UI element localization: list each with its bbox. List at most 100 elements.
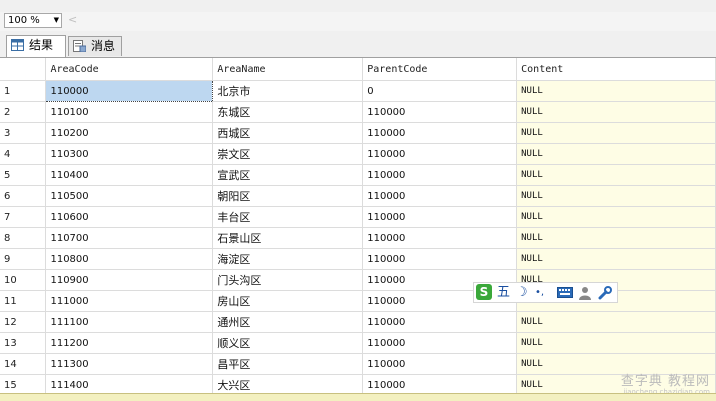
cell-content[interactable]: NULL bbox=[516, 185, 716, 207]
table-row[interactable]: 2 110100 东城区 110000 NULL bbox=[0, 101, 716, 123]
cell-areaname[interactable]: 昌平区 bbox=[212, 353, 364, 375]
table-row[interactable]: 9 110800 海淀区 110000 NULL bbox=[0, 248, 716, 270]
zoom-dropdown[interactable]: 100 % ▼ bbox=[4, 13, 62, 28]
cell-areaname[interactable]: 丰台区 bbox=[212, 206, 364, 228]
cell-areacode[interactable]: 110900 bbox=[45, 269, 214, 291]
cell-parentcode[interactable]: 110000 bbox=[362, 227, 518, 249]
cell-areaname[interactable]: 顺义区 bbox=[212, 332, 364, 354]
row-number-header[interactable] bbox=[0, 58, 47, 81]
table-row[interactable]: 4 110300 崇文区 110000 NULL bbox=[0, 143, 716, 165]
cell-areaname[interactable]: 通州区 bbox=[212, 311, 364, 333]
row-number[interactable]: 13 bbox=[0, 332, 47, 354]
keyboard-icon[interactable] bbox=[557, 287, 573, 298]
cell-areaname[interactable]: 海淀区 bbox=[212, 248, 364, 270]
ime-halfwidth-icon[interactable]: ☽ bbox=[516, 285, 528, 301]
cell-content[interactable]: NULL bbox=[516, 248, 716, 270]
cell-content[interactable]: NULL bbox=[516, 164, 716, 186]
row-number[interactable]: 6 bbox=[0, 185, 47, 207]
wrench-icon[interactable] bbox=[598, 286, 612, 300]
cell-areaname[interactable]: 房山区 bbox=[212, 290, 364, 312]
cell-parentcode[interactable]: 110000 bbox=[362, 248, 518, 270]
cell-areacode[interactable]: 111400 bbox=[45, 374, 214, 394]
cell-areaname[interactable]: 宣武区 bbox=[212, 164, 364, 186]
table-row[interactable]: 1 110000 北京市 0 NULL bbox=[0, 80, 716, 102]
cell-content[interactable]: NULL bbox=[516, 80, 716, 102]
row-number[interactable]: 10 bbox=[0, 269, 47, 291]
cell-content[interactable]: NULL bbox=[516, 143, 716, 165]
row-number[interactable]: 3 bbox=[0, 122, 47, 144]
cell-parentcode[interactable]: 110000 bbox=[362, 374, 518, 394]
table-row[interactable]: 3 110200 西城区 110000 NULL bbox=[0, 122, 716, 144]
scroll-left-icon[interactable]: < bbox=[68, 13, 77, 26]
cell-parentcode[interactable]: 110000 bbox=[362, 332, 518, 354]
cell-parentcode[interactable]: 110000 bbox=[362, 164, 518, 186]
user-icon[interactable] bbox=[579, 286, 591, 300]
cell-areaname[interactable]: 朝阳区 bbox=[212, 185, 364, 207]
cell-parentcode[interactable]: 110000 bbox=[362, 185, 518, 207]
cell-areaname[interactable]: 门头沟区 bbox=[212, 269, 364, 291]
column-header-areacode[interactable]: AreaCode bbox=[45, 58, 214, 81]
cell-areacode[interactable]: 110200 bbox=[45, 122, 214, 144]
column-header-content[interactable]: Content bbox=[516, 58, 716, 81]
cell-areaname[interactable]: 崇文区 bbox=[212, 143, 364, 165]
row-number[interactable]: 15 bbox=[0, 374, 47, 394]
tab-messages[interactable]: 消息 bbox=[68, 36, 122, 56]
cell-areacode[interactable]: 111200 bbox=[45, 332, 214, 354]
row-number[interactable]: 9 bbox=[0, 248, 47, 270]
table-row[interactable]: 12 111100 通州区 110000 NULL bbox=[0, 311, 716, 333]
cell-areacode[interactable]: 110700 bbox=[45, 227, 214, 249]
table-row[interactable]: 5 110400 宣武区 110000 NULL bbox=[0, 164, 716, 186]
cell-content[interactable]: NULL bbox=[516, 122, 716, 144]
cell-areacode[interactable]: 111000 bbox=[45, 290, 214, 312]
row-number[interactable]: 5 bbox=[0, 164, 47, 186]
ime-mode-toggle[interactable]: 五 bbox=[497, 285, 510, 301]
cell-areacode[interactable]: 111100 bbox=[45, 311, 214, 333]
cell-areacode[interactable]: 110300 bbox=[45, 143, 214, 165]
row-number[interactable]: 7 bbox=[0, 206, 47, 228]
column-header-parentcode[interactable]: ParentCode bbox=[362, 58, 518, 81]
row-number[interactable]: 11 bbox=[0, 290, 47, 312]
cell-areacode[interactable]: 110800 bbox=[45, 248, 214, 270]
cell-areacode[interactable]: 111300 bbox=[45, 353, 214, 375]
cell-parentcode[interactable]: 110000 bbox=[362, 206, 518, 228]
row-number[interactable]: 12 bbox=[0, 311, 47, 333]
cell-areacode[interactable]: 110100 bbox=[45, 101, 214, 123]
cell-areaname[interactable]: 西城区 bbox=[212, 122, 364, 144]
cell-areaname[interactable]: 大兴区 bbox=[212, 374, 364, 394]
cell-parentcode[interactable]: 110000 bbox=[362, 311, 518, 333]
table-row[interactable]: 14 111300 昌平区 110000 NULL bbox=[0, 353, 716, 375]
cell-areaname[interactable]: 石景山区 bbox=[212, 227, 364, 249]
results-grid: AreaCode AreaName ParentCode Content 1 11… bbox=[0, 57, 716, 394]
cell-areacode[interactable]: 110400 bbox=[45, 164, 214, 186]
cell-areaname[interactable]: 北京市 bbox=[212, 80, 364, 102]
cell-content[interactable]: NULL bbox=[516, 101, 716, 123]
cell-areacode[interactable]: 110500 bbox=[45, 185, 214, 207]
cell-areaname[interactable]: 东城区 bbox=[212, 101, 364, 123]
row-number[interactable]: 4 bbox=[0, 143, 47, 165]
cell-content[interactable]: NULL bbox=[516, 206, 716, 228]
cell-content[interactable]: NULL bbox=[516, 311, 716, 333]
cell-areacode[interactable]: 110600 bbox=[45, 206, 214, 228]
cell-content[interactable]: NULL bbox=[516, 227, 716, 249]
table-row[interactable]: 6 110500 朝阳区 110000 NULL bbox=[0, 185, 716, 207]
ime-logo-icon[interactable]: S bbox=[476, 284, 492, 300]
cell-parentcode[interactable]: 110000 bbox=[362, 353, 518, 375]
table-row[interactable]: 7 110600 丰台区 110000 NULL bbox=[0, 206, 716, 228]
ime-punctuation-icon[interactable]: •, bbox=[535, 285, 544, 301]
table-row[interactable]: 13 111200 顺义区 110000 NULL bbox=[0, 332, 716, 354]
tab-results[interactable]: 结果 bbox=[6, 35, 66, 57]
table-row[interactable]: 8 110700 石景山区 110000 NULL bbox=[0, 227, 716, 249]
row-number[interactable]: 14 bbox=[0, 353, 47, 375]
table-row[interactable]: 15 111400 大兴区 110000 NULL bbox=[0, 374, 716, 394]
row-number[interactable]: 1 bbox=[0, 80, 47, 102]
cell-parentcode[interactable]: 110000 bbox=[362, 143, 518, 165]
cell-content[interactable]: NULL bbox=[516, 332, 716, 354]
row-number[interactable]: 2 bbox=[0, 101, 47, 123]
cell-parentcode[interactable]: 0 bbox=[362, 80, 518, 102]
cell-parentcode[interactable]: 110000 bbox=[362, 101, 518, 123]
cell-areacode[interactable]: 110000 bbox=[45, 80, 214, 102]
row-number[interactable]: 8 bbox=[0, 227, 47, 249]
column-header-areaname[interactable]: AreaName bbox=[212, 58, 364, 81]
cell-parentcode[interactable]: 110000 bbox=[362, 122, 518, 144]
ime-toolbar[interactable]: S 五 ☽ •, bbox=[473, 282, 618, 303]
